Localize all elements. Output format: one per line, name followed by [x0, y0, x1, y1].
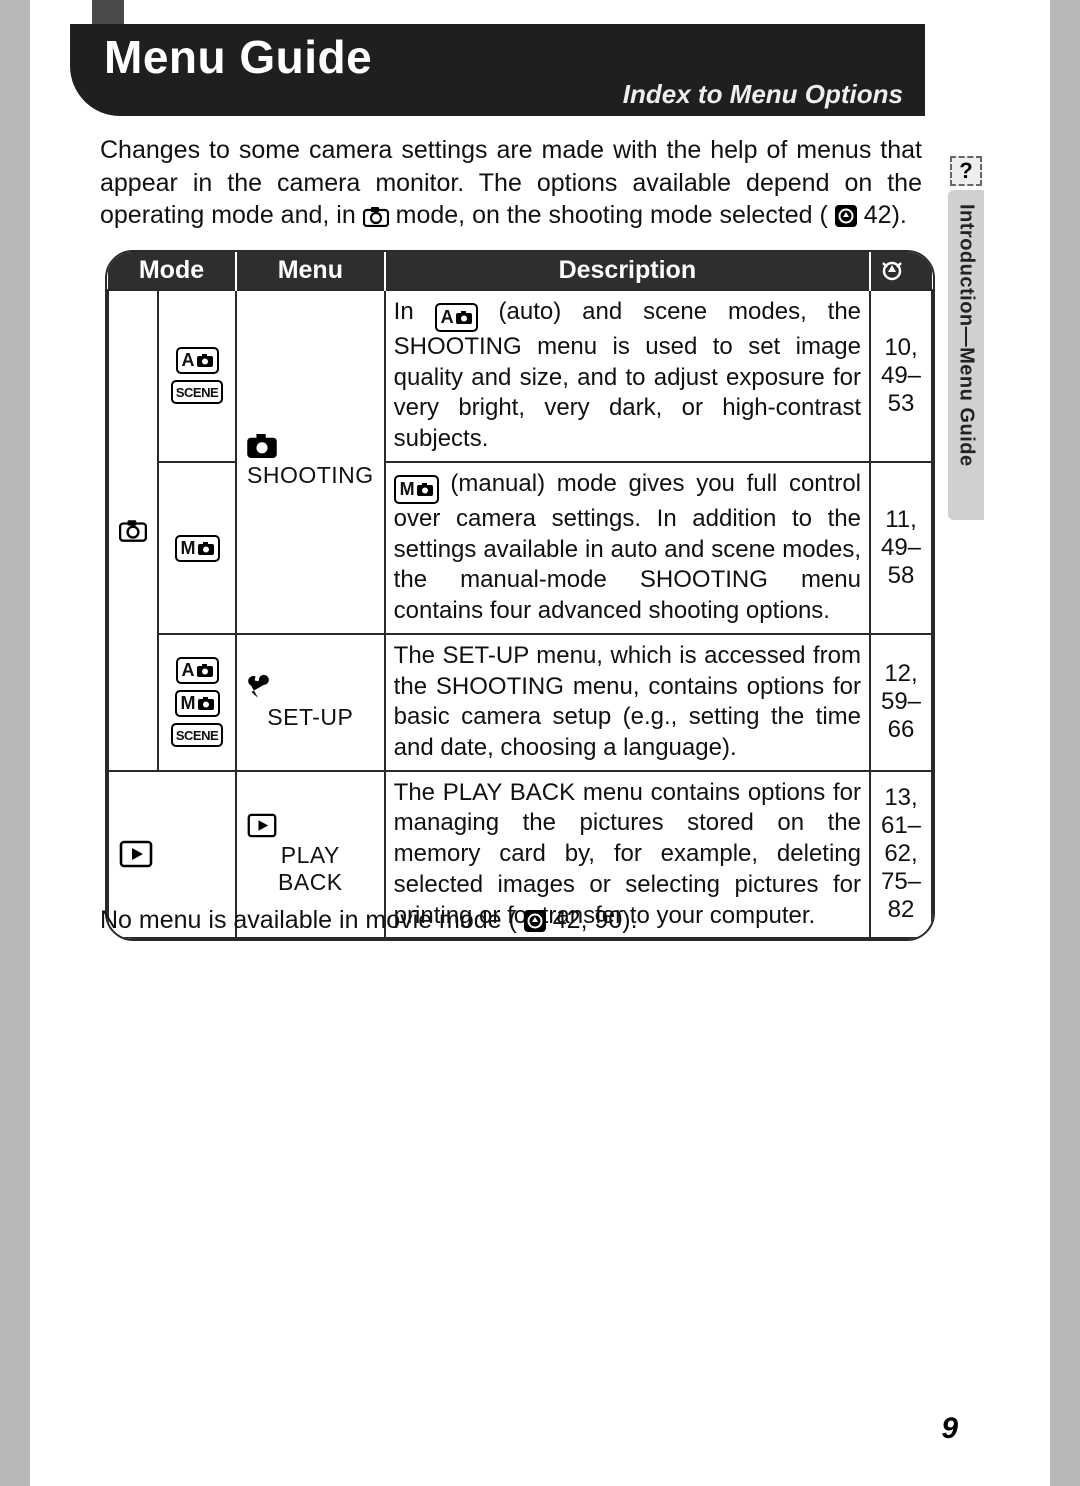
intro-paragraph: Changes to some camera settings are made… — [100, 134, 922, 232]
intro-ref: 42). — [864, 201, 907, 229]
mode-cell-shooting-group — [108, 290, 158, 771]
page-ref-header-icon — [879, 259, 905, 283]
intro-text-2: mode, on the shooting mode selected ( — [396, 201, 828, 229]
table-row: M M (manual) mode gives you full control… — [108, 462, 932, 634]
pages-cell: 12, 59– 66 — [870, 634, 932, 771]
page-header: Menu Guide Index to Menu Options — [70, 24, 925, 116]
col-pages — [870, 252, 932, 290]
wrench-icon — [247, 674, 273, 700]
playback-icon — [247, 813, 277, 838]
camera-icon — [119, 519, 147, 542]
scene-mode-badge: SCENE — [171, 723, 223, 747]
help-icon: ? — [950, 156, 982, 186]
auto-mode-badge: A — [176, 347, 219, 374]
col-description: Description — [385, 252, 870, 290]
page-number: 9 — [941, 1412, 958, 1446]
camera-solid-icon — [247, 434, 277, 458]
auto-mode-badge: A — [176, 657, 219, 684]
page: Menu Guide Index to Menu Options ? Intro… — [30, 0, 1050, 1486]
table-row: A SCENE SHOOTING In A (auto) and scene m… — [108, 290, 932, 462]
menu-label-shooting: SHOOTING — [247, 462, 374, 489]
scene-mode-badge: SCENE — [171, 380, 223, 404]
manual-mode-badge: M — [175, 690, 220, 717]
menu-guide-table: Mode Menu Description A — [105, 250, 935, 941]
page-subtitle: Index to Menu Options — [623, 79, 903, 110]
desc-cell: The SET-UP menu, which is accessed from … — [385, 634, 870, 771]
manual-mode-badge: M — [175, 535, 220, 562]
col-menu: Menu — [236, 252, 385, 290]
side-tab-label: Introduction—Menu Guide — [955, 204, 978, 467]
menu-cell-shooting: SHOOTING — [236, 290, 385, 634]
col-mode: Mode — [108, 252, 236, 290]
page-ref-icon — [835, 205, 857, 227]
camera-icon — [363, 206, 389, 227]
footnote: No menu is available in movie mode ( 42,… — [100, 906, 638, 935]
pages-cell: 11, 49– 58 — [870, 462, 932, 634]
pages-cell: 10, 49– 53 — [870, 290, 932, 462]
playback-icon — [119, 840, 153, 868]
auto-mode-badge-inline: A — [435, 303, 478, 332]
menu-cell-setup: SET-UP — [236, 634, 385, 771]
submode-cell-all-shooting: A M SCENE — [158, 634, 236, 771]
page-ref-icon — [524, 910, 546, 932]
pages-cell: 13, 61– 62, 75– 82 — [870, 771, 932, 939]
table-row: A M SCENE SET-UP The SET-UP menu, which … — [108, 634, 932, 771]
manual-mode-badge-inline: M — [394, 475, 439, 504]
table-header-row: Mode Menu Description — [108, 252, 932, 290]
page-title: Menu Guide — [70, 24, 925, 84]
menu-label-setup: SET-UP — [247, 704, 374, 731]
submode-cell-auto-scene: A SCENE — [158, 290, 236, 462]
desc-cell: In A (auto) and scene modes, the SHOOTIN… — [385, 290, 870, 462]
desc-cell: M (manual) mode gives you full control o… — [385, 462, 870, 634]
menu-label-playback: PLAY BACK — [247, 842, 374, 896]
submode-cell-manual: M — [158, 462, 236, 634]
side-index-tab: ? Introduction—Menu Guide — [948, 190, 984, 520]
